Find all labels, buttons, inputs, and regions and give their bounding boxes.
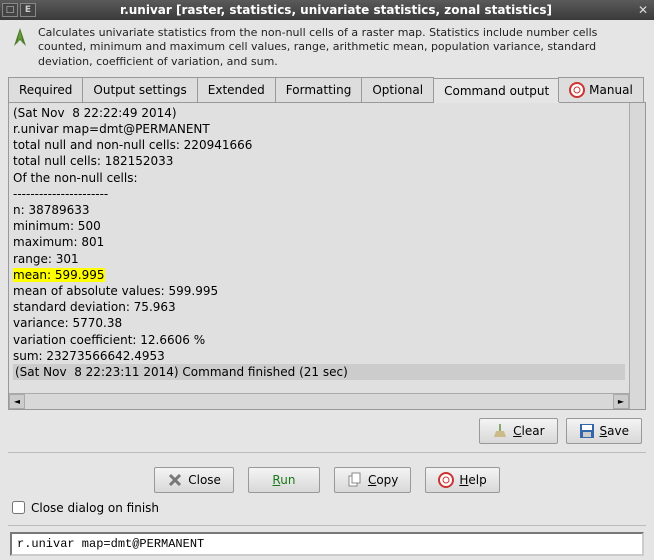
scroll-left-icon[interactable]: ◄ [9, 394, 25, 409]
tab-label: Command output [444, 84, 549, 98]
lifebuoy-icon [569, 82, 585, 98]
scroll-right-icon[interactable]: ► [613, 394, 629, 409]
help-button[interactable]: Help [425, 467, 499, 493]
output-panel: (Sat Nov 8 22:22:49 2014) r.univar map=d… [8, 103, 646, 410]
close-button[interactable]: Close [154, 467, 234, 493]
maximize-button[interactable]: E [20, 3, 36, 17]
close-icon [167, 472, 183, 488]
run-button[interactable]: Run [248, 467, 320, 493]
content-area: Calculates univariate statistics from th… [0, 20, 654, 560]
button-label-rest: opy [376, 473, 398, 487]
button-label: C [513, 424, 521, 438]
vertical-scrollbar[interactable] [629, 103, 645, 409]
horizontal-scrollbar[interactable]: ◄ ► [9, 393, 629, 409]
save-button[interactable]: Save [566, 418, 642, 444]
floppy-icon [579, 423, 595, 439]
tab-label: Extended [208, 83, 265, 97]
tab-label: Optional [372, 83, 423, 97]
tab-label: Manual [589, 83, 633, 97]
close-on-finish-row: Close dialog on finish [8, 499, 646, 523]
tab-extended[interactable]: Extended [197, 77, 276, 102]
highlighted-mean: mean: 599.995 [13, 268, 105, 282]
window-titlebar: □ E r.univar [raster, statistics, univar… [0, 0, 654, 20]
broom-icon [492, 423, 508, 439]
tab-optional[interactable]: Optional [361, 77, 434, 102]
copy-icon [347, 472, 363, 488]
minimize-button[interactable]: □ [2, 3, 18, 17]
tab-formatting[interactable]: Formatting [275, 77, 363, 102]
lifebuoy-icon [438, 472, 454, 488]
description-row: Calculates univariate statistics from th… [8, 26, 646, 69]
copy-button[interactable]: Copy [334, 467, 411, 493]
tab-bar: Required Output settings Extended Format… [8, 77, 646, 103]
description-text: Calculates univariate statistics from th… [38, 26, 646, 69]
output-buttons-row: Clear Save [8, 410, 646, 450]
grass-icon [8, 26, 32, 50]
button-label: S [600, 424, 608, 438]
separator [8, 452, 646, 453]
button-label-rest: lear [522, 424, 545, 438]
button-label-rest: elp [468, 473, 486, 487]
action-buttons-row: Close Run Copy Help [8, 459, 646, 499]
button-label-rest: ave [607, 424, 629, 438]
button-label-rest: un [280, 473, 295, 487]
close-on-finish-label: Close dialog on finish [31, 501, 159, 515]
scroll-track[interactable] [25, 394, 613, 409]
tab-manual[interactable]: Manual [558, 77, 644, 102]
tab-command-output[interactable]: Command output [433, 78, 560, 103]
tab-label: Output settings [93, 83, 186, 97]
command-output-text[interactable]: (Sat Nov 8 22:22:49 2014) r.univar map=d… [9, 103, 629, 393]
clear-button[interactable]: Clear [479, 418, 557, 444]
tab-label: Required [19, 83, 72, 97]
tab-label: Formatting [286, 83, 352, 97]
tab-output-settings[interactable]: Output settings [82, 77, 197, 102]
close-on-finish-checkbox[interactable] [12, 501, 25, 514]
tab-required[interactable]: Required [8, 77, 83, 102]
window-title: r.univar [raster, statistics, univariate… [38, 3, 634, 17]
window-close-button[interactable]: ✕ [634, 3, 652, 17]
separator [8, 525, 646, 526]
button-label: Close [188, 473, 221, 487]
